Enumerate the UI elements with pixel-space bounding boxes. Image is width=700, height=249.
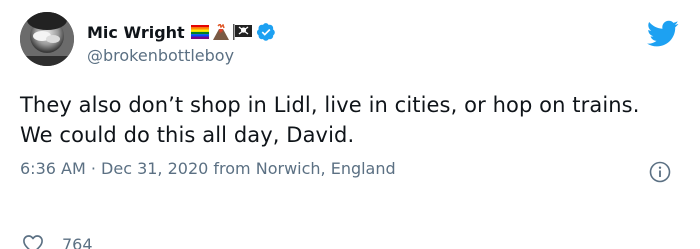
pirate-flag-icon xyxy=(232,24,253,40)
tweet-text: They also don’t shop in Lidl, live in ci… xyxy=(20,93,640,147)
author-display-name[interactable]: Mic Wright xyxy=(87,23,185,42)
volcano-icon xyxy=(212,24,230,40)
like-count: 764 xyxy=(62,234,93,249)
avatar[interactable] xyxy=(20,12,74,66)
author-name-row[interactable]: Mic Wright xyxy=(87,21,279,43)
tweet-timestamp-location[interactable]: 6:36 AM · Dec 31, 2020 from Norwich, Eng… xyxy=(20,159,396,178)
like-button[interactable]: 764 xyxy=(22,234,93,249)
rainbow-flag-icon xyxy=(190,25,209,39)
author-handle[interactable]: @brokenbottleboy xyxy=(87,46,234,65)
heart-icon xyxy=(23,235,43,249)
info-icon[interactable] xyxy=(648,160,672,184)
verified-badge-icon xyxy=(256,22,276,42)
twitter-bird-icon[interactable] xyxy=(646,20,679,48)
tweet-card: Mic Wright @brokenbottleboy They also do… xyxy=(0,0,700,249)
